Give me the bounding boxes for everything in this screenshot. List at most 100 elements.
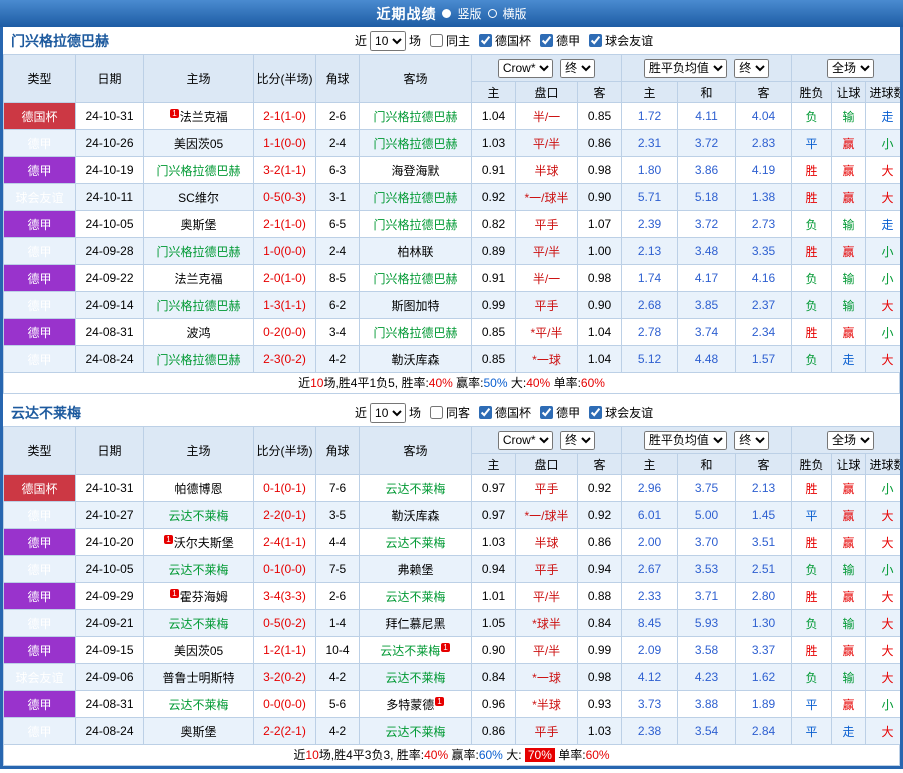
odds-final-select[interactable]: 终 [560, 58, 596, 78]
avg-away: 1.62 [735, 663, 793, 691]
result-handicap: 输 [831, 555, 867, 583]
avg-away: 4.04 [735, 102, 793, 130]
avg-draw: 3.85 [677, 291, 737, 319]
team-link: 云达不莱梅 [168, 562, 229, 577]
section-gladbach: 门兴格拉德巴赫 近 10 场 同主 德国杯 德甲 球会友谊 类型 日期 主场 比… [3, 27, 900, 394]
odds-source-select[interactable]: Crow* [497, 430, 553, 450]
handicap-line: *平/半 [515, 318, 578, 346]
handicap-line: 平/半 [515, 237, 578, 265]
friendly-checkbox[interactable] [589, 34, 603, 47]
odds-away: 0.90 [576, 183, 623, 211]
result-wdl: 胜 [791, 156, 833, 184]
same-venue-checkbox[interactable] [430, 34, 444, 47]
match-count-select[interactable]: 10 [370, 402, 407, 423]
match-row: 德甲 24-09-15 美因茨05 1-2(1-1) 10-4 云达不莱梅 1 0.90 平/半… [3, 636, 900, 664]
away-team: 云达不莱梅 [359, 717, 472, 745]
col-score: 比分(半场) [253, 426, 316, 475]
scope-select[interactable]: 全场 [827, 430, 875, 450]
odds-home: 1.03 [471, 528, 516, 556]
odds-home: 1.05 [471, 609, 516, 637]
odds-home: 0.94 [471, 555, 516, 583]
match-type: 德甲 [3, 501, 76, 529]
bundesliga-checkbox[interactable] [540, 34, 554, 47]
result-wdl: 平 [791, 690, 833, 718]
match-row: 德甲 24-09-22 法兰克福 2-0(1-0) 8-5 门兴格拉德巴赫 0.91 半/一 0… [3, 264, 900, 292]
vertical-layout-label[interactable]: 竖版 [457, 5, 481, 22]
avg-away: 1.30 [735, 609, 793, 637]
avg-draw: 3.74 [677, 318, 737, 346]
result-wdl: 胜 [791, 474, 833, 502]
odds-home: 1.01 [471, 582, 516, 610]
odds-away: 0.94 [576, 555, 623, 583]
bundesliga-label: 德甲 [556, 34, 581, 48]
avg-final-select[interactable]: 终 [734, 58, 770, 78]
odds-home: 0.99 [471, 291, 516, 319]
handicap-line: *一球 [515, 345, 578, 373]
summary-segment: 近 [298, 376, 311, 390]
odds-away: 0.99 [576, 636, 623, 664]
german-cup-checkbox[interactable] [479, 34, 493, 47]
german-cup-label: 德国杯 [495, 34, 532, 48]
odds-away: 0.93 [576, 690, 623, 718]
odds-source-select[interactable]: Crow* [497, 58, 553, 78]
summary-segment: 赢率: [452, 376, 484, 390]
match-score: 0-1(0-1) [253, 474, 316, 502]
away-team: 云达不莱梅 [359, 528, 472, 556]
page-title: 近期战绩 [376, 5, 437, 22]
col-handicap: 盘口 [515, 453, 578, 475]
result-handicap: 赢 [831, 237, 867, 265]
match-score: 1-1(0-0) [253, 129, 316, 157]
odds-final-select[interactable]: 终 [560, 430, 596, 450]
avg-away: 1.38 [735, 183, 793, 211]
corner-score: 8-5 [315, 264, 360, 292]
match-score: 2-2(0-1) [253, 501, 316, 529]
avg-home: 2.96 [621, 474, 679, 502]
avg-source-select[interactable]: 胜平负均值 [643, 58, 727, 78]
result-handicap: 赢 [831, 129, 867, 157]
match-date: 24-09-21 [75, 609, 144, 637]
team-link: 海登海默 [391, 163, 440, 178]
handicap-line: 平手 [515, 555, 578, 583]
match-score: 2-1(1-0) [253, 210, 316, 238]
same-venue-checkbox[interactable] [430, 406, 444, 419]
corner-score: 4-2 [315, 345, 360, 373]
col-handicap: 盘口 [515, 81, 578, 103]
match-row: 球会友谊 24-10-11 SC维尔 0-5(0-3) 3-1 门兴格拉德巴赫 0.92 *一… [3, 183, 900, 211]
handicap-line: 半球 [515, 528, 578, 556]
scope-select[interactable]: 全场 [827, 58, 875, 78]
avg-home: 8.45 [621, 609, 679, 637]
away-team: 云达不莱梅 [359, 582, 472, 610]
summary-segment: 单率: [550, 376, 581, 390]
corner-score: 4-4 [315, 528, 360, 556]
handicap-line: *球半 [515, 609, 578, 637]
home-team: 法兰克福 [143, 264, 254, 292]
match-rows: 德国杯 24-10-31 1 法兰克福 2-1(1-0) 2-6 门兴格拉德巴赫 1.04 半/… [3, 102, 900, 373]
result-goals: 走 [865, 210, 900, 238]
avg-home: 4.12 [621, 663, 679, 691]
page-body: 门兴格拉德巴赫 近 10 场 同主 德国杯 德甲 球会友谊 类型 日期 主场 比… [0, 27, 903, 769]
result-goals: 大 [865, 501, 900, 529]
match-score: 2-3(0-2) [253, 345, 316, 373]
vertical-layout-radio[interactable] [442, 9, 452, 18]
match-type: 德甲 [3, 582, 76, 610]
col-odds-home: 主 [471, 453, 516, 475]
german-cup-checkbox[interactable] [479, 406, 493, 419]
home-team: 云达不莱梅 [143, 555, 254, 583]
bundesliga-checkbox[interactable] [540, 406, 554, 419]
home-team: 帕德博恩 [143, 474, 254, 502]
avg-final-select[interactable]: 终 [734, 430, 770, 450]
match-row: 德甲 24-08-24 奥斯堡 2-2(2-1) 4-2 云达不莱梅 0.86 平手 1.03 2… [3, 717, 900, 745]
horizontal-layout-label[interactable]: 横版 [503, 5, 527, 22]
col-result-goals: 进球数 [865, 453, 900, 475]
odds-away: 0.85 [576, 102, 623, 130]
team-link: 门兴格拉德巴赫 [156, 244, 241, 259]
avg-source-select[interactable]: 胜平负均值 [643, 430, 727, 450]
horizontal-layout-radio[interactable] [487, 9, 497, 18]
handicap-line: 平/半 [515, 636, 578, 664]
near-label: 近 [355, 406, 368, 420]
team-link: 柏林联 [397, 244, 434, 259]
avg-draw: 3.53 [677, 555, 737, 583]
avg-home: 1.80 [621, 156, 679, 184]
match-count-select[interactable]: 10 [370, 30, 407, 51]
friendly-checkbox[interactable] [589, 406, 603, 419]
